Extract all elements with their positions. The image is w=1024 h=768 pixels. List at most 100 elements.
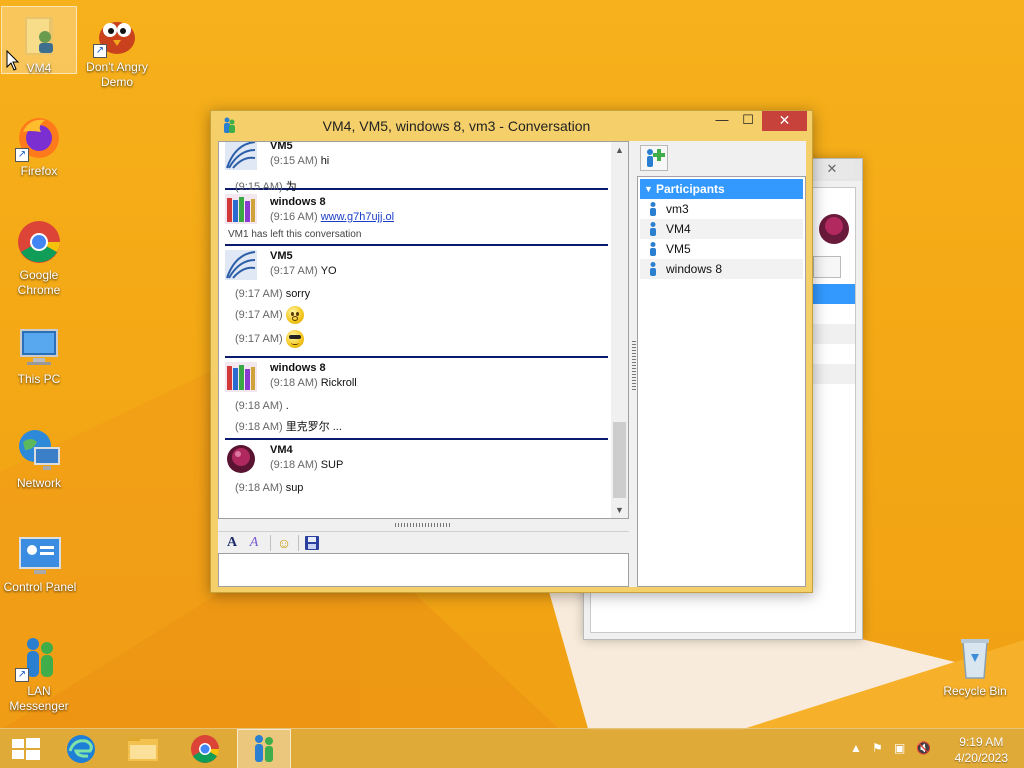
font-color-button[interactable]: A <box>244 534 264 552</box>
message-text: Rickroll <box>320 377 357 389</box>
clock-time: 9:19 AM <box>959 735 1004 749</box>
taskbar-lan-messenger-button[interactable] <box>237 729 291 768</box>
user-icon <box>650 262 656 276</box>
font-button[interactable]: A <box>222 534 242 552</box>
message-time: (9:17 AM) <box>235 288 283 300</box>
participant-item[interactable]: VM4 <box>640 219 803 239</box>
desktop-icon-label: Firefox <box>20 164 58 178</box>
message-list: VM5 (9:15 AM) hi (9:15 AM) 为 windows 8 (9:… <box>219 142 615 500</box>
background-window-button[interactable] <box>813 256 841 278</box>
windows-logo-icon <box>12 738 40 760</box>
message-line: (9:18 AM) Rickroll <box>270 377 608 389</box>
message-scrollbar[interactable]: ▲ ▼ <box>611 142 628 518</box>
user-icon <box>650 222 656 236</box>
message-line: (9:17 AM) sorry <box>235 288 608 300</box>
message-text: hi <box>320 155 330 167</box>
save-icon <box>305 536 319 550</box>
control-panel-icon <box>16 530 64 578</box>
lan-messenger-icon <box>224 117 235 133</box>
message-line: (9:16 AM) www.g7h7ujj.ol <box>270 211 608 223</box>
message-block: VM4 (9:18 AM) SUP (9:18 AM) sup <box>225 440 615 500</box>
background-window-selected-row[interactable] <box>813 284 855 304</box>
message-sender: windows 8 <box>270 196 326 208</box>
message-block: VM5 (9:15 AM) hi (9:15 AM) 为 <box>225 142 608 193</box>
add-user-icon <box>647 149 665 167</box>
window-title: VM4, VM5, windows 8, vm3 - Conversation <box>322 118 591 134</box>
participant-name: VM4 <box>666 222 691 236</box>
participant-name: vm3 <box>666 202 689 216</box>
chrome-icon <box>15 218 63 266</box>
shortcut-arrow-icon: ↗ <box>15 148 29 162</box>
taskbar-file-explorer-button[interactable] <box>116 729 170 768</box>
taskbar-chrome-button[interactable] <box>178 729 232 768</box>
participant-item[interactable]: VM5 <box>640 239 803 259</box>
message-text: YO <box>320 265 337 277</box>
scrollbar-thumb[interactable] <box>613 422 626 498</box>
save-button[interactable] <box>302 534 322 552</box>
message-time: (9:15 AM) <box>270 155 318 167</box>
minimize-button[interactable]: — <box>709 111 735 131</box>
participant-item[interactable]: vm3 <box>640 199 803 219</box>
desktop-icon-firefox[interactable]: ↗ Firefox <box>1 110 77 179</box>
emoticon-button[interactable]: ☺ <box>274 534 294 552</box>
taskbar: ▲ ⚑ ▣ 🔇 9:19 AM 4/20/2023 <box>0 728 1024 768</box>
horizontal-splitter[interactable] <box>218 521 629 531</box>
participants-header-label: Participants <box>656 182 725 196</box>
taskbar-clock[interactable]: 9:19 AM 4/20/2023 <box>955 734 1008 766</box>
message-sender: VM5 <box>270 250 293 262</box>
action-center-flag-icon[interactable]: ⚑ <box>872 741 883 755</box>
desktop-icon-recycle-bin[interactable]: Recycle Bin <box>937 630 1013 699</box>
message-time: (9:17 AM) <box>235 332 283 345</box>
desktop-icon-label: This PC <box>17 372 61 386</box>
vertical-splitter-grip-icon[interactable] <box>632 341 636 391</box>
network-status-icon[interactable]: ▣ <box>894 741 905 755</box>
mouse-cursor-icon <box>6 50 20 71</box>
message-input[interactable] <box>218 553 629 587</box>
message-time: (9:17 AM) <box>235 308 283 321</box>
desktop-icon-this-pc[interactable]: This PC <box>1 318 77 387</box>
message-line: (9:17 AM) <box>235 306 608 324</box>
conversation-window[interactable]: VM4, VM5, windows 8, vm3 - Conversation … <box>210 110 813 593</box>
message-line: (9:18 AM). <box>235 400 608 412</box>
desktop-icon-lan-messenger[interactable]: ↗ LAN Messenger <box>1 630 77 714</box>
shortcut-arrow-icon: ↗ <box>15 668 29 682</box>
system-message: VM1 has left this conversation <box>228 229 362 240</box>
avatar <box>819 214 849 244</box>
message-text: 里克罗尔 ... <box>285 421 342 433</box>
scroll-down-icon[interactable]: ▼ <box>611 502 628 518</box>
message-time: (9:16 AM) <box>270 211 318 223</box>
background-window-row <box>813 324 855 344</box>
angry-bird-icon: ↗ <box>93 10 141 58</box>
participant-item[interactable]: windows 8 <box>640 259 803 279</box>
lan-messenger-icon <box>255 735 273 762</box>
system-tray: ▲ ⚑ ▣ 🔇 9:19 AM 4/20/2023 <box>834 729 1024 768</box>
message-time: (9:18 AM) <box>270 459 318 471</box>
desktop-icon-label: Control Panel <box>3 580 77 594</box>
start-button[interactable] <box>0 729 54 768</box>
desktop-icon-dont-angry-demo[interactable]: ↗ Don't Angry Demo <box>79 6 155 90</box>
message-history[interactable]: VM5 (9:15 AM) hi (9:15 AM) 为 windows 8 (9:… <box>218 141 629 519</box>
volume-muted-icon[interactable]: 🔇 <box>916 741 931 755</box>
add-participant-button[interactable] <box>640 145 668 171</box>
desktop-icon-google-chrome[interactable]: Google Chrome <box>1 214 77 298</box>
participant-name: windows 8 <box>666 262 723 276</box>
splitter-grip-icon <box>395 523 451 527</box>
window-titlebar[interactable]: VM4, VM5, windows 8, vm3 - Conversation … <box>211 111 812 139</box>
show-hidden-icons-chevron-icon[interactable]: ▲ <box>850 741 862 755</box>
message-block: VM5 (9:17 AM) YO (9:17 AM) sorry (9:17 AM)… <box>225 246 608 358</box>
taskbar-edge-button[interactable] <box>54 729 108 768</box>
message-link[interactable]: www.g7h7ujj.ol <box>321 211 394 223</box>
message-line: (9:18 AM) SUP <box>270 459 615 471</box>
desktop-icon-label: Recycle Bin <box>943 684 1007 698</box>
close-button[interactable]: ✕ <box>762 111 807 131</box>
maximize-button[interactable]: ☐ <box>735 111 761 131</box>
scroll-up-icon[interactable]: ▲ <box>611 142 628 158</box>
toolbar-divider <box>298 535 299 551</box>
background-window-close-button[interactable]: ✕ <box>810 159 854 179</box>
edge-icon <box>67 735 95 763</box>
participants-header[interactable]: ▼ Participants <box>640 179 803 199</box>
message-line: (9:15 AM) hi <box>270 155 608 167</box>
desktop-icon-network[interactable]: Network <box>1 422 77 491</box>
desktop-icon-control-panel[interactable]: Control Panel <box>1 526 79 595</box>
shortcut-arrow-icon: ↗ <box>93 44 107 58</box>
